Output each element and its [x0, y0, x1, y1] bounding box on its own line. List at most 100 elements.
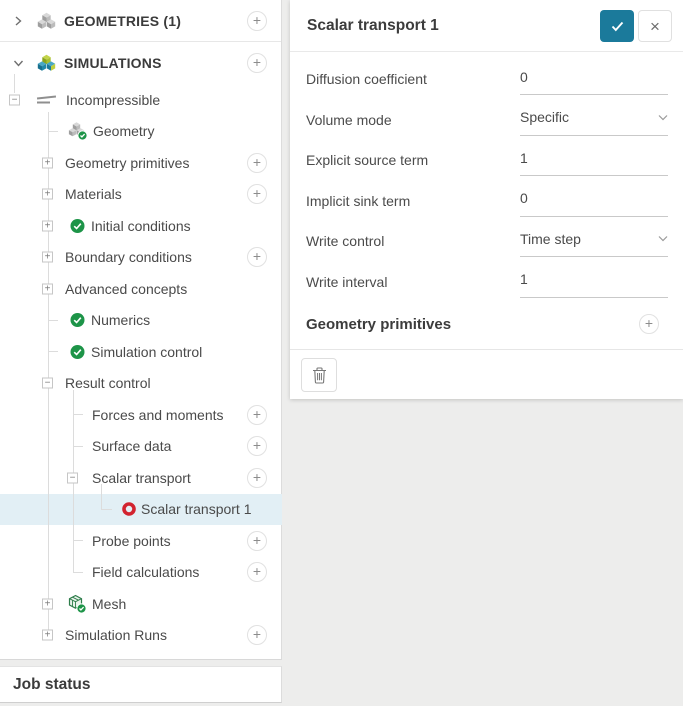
plus-icon: +: [253, 563, 261, 579]
field-explicit-source-term: Explicit source term: [306, 140, 668, 181]
expand-toggle[interactable]: +: [42, 630, 53, 641]
section-title: Geometry primitives: [306, 316, 451, 333]
tree-item-label: Mesh: [92, 596, 126, 612]
tree-item-initial-conditions[interactable]: + Initial conditions: [0, 210, 281, 242]
tree-item-label: Materials: [65, 186, 122, 202]
chevron-right-icon[interactable]: [13, 15, 23, 26]
expand-toggle[interactable]: +: [42, 220, 53, 231]
add-scalar-transport-button[interactable]: +: [247, 468, 267, 488]
write-interval-input[interactable]: [520, 271, 668, 287]
tree-item-label: Result control: [65, 375, 151, 391]
field-label: Write control: [306, 233, 520, 249]
tree-item-geometry-primitives[interactable]: + Geometry primitives +: [0, 147, 281, 179]
tree-item-scalar-transport[interactable]: − Scalar transport +: [0, 462, 281, 494]
tree-item-boundary-conditions[interactable]: + Boundary conditions +: [0, 242, 281, 274]
simulations-label: SIMULATIONS: [64, 55, 162, 71]
tree-item-result-control[interactable]: − Result control: [0, 368, 281, 400]
add-surface-data-button[interactable]: +: [247, 436, 267, 456]
job-status-panel[interactable]: Job status: [0, 666, 282, 703]
explicit-source-term-input[interactable]: [520, 150, 668, 166]
tree-item-geometries[interactable]: GEOMETRIES (1) +: [0, 0, 281, 42]
tree-item-mesh[interactable]: + Mesh: [0, 588, 281, 620]
add-probe-point-button[interactable]: +: [247, 531, 267, 551]
field-write-interval: Write interval: [306, 262, 668, 303]
check-circle-icon: [70, 313, 85, 328]
select-value: Specific: [520, 109, 569, 125]
tree-item-field-calculations[interactable]: Field calculations +: [0, 557, 281, 589]
tree-item-advanced-concepts[interactable]: + Advanced concepts: [0, 273, 281, 305]
expand-toggle[interactable]: +: [42, 252, 53, 263]
tree-item-incompressible[interactable]: − Incompressible: [0, 84, 281, 116]
job-status-label: Job status: [13, 676, 91, 694]
chevron-down-icon: [658, 114, 668, 121]
panel-footer: [290, 349, 683, 399]
close-icon: ×: [650, 17, 660, 36]
result-ring-icon: [122, 502, 136, 516]
tree-item-label: Scalar transport 1: [141, 501, 252, 517]
chevron-down-icon[interactable]: [13, 58, 24, 68]
expand-toggle[interactable]: −: [67, 472, 78, 483]
field-write-control: Write control Time step: [306, 221, 668, 262]
add-simulation-button[interactable]: +: [247, 53, 267, 73]
plus-icon: +: [253, 437, 261, 453]
tree-item-label: Simulation control: [91, 344, 202, 360]
add-forces-moments-button[interactable]: +: [247, 405, 267, 425]
tree-item-label: Scalar transport: [92, 470, 191, 486]
tree-item-label: Incompressible: [66, 92, 160, 108]
add-material-button[interactable]: +: [247, 184, 267, 204]
add-simulation-run-button[interactable]: +: [247, 625, 267, 645]
check-circle-icon: [70, 218, 85, 233]
add-boundary-condition-button[interactable]: +: [247, 247, 267, 267]
add-geometry-button[interactable]: +: [247, 11, 267, 31]
scalar-transport-settings-panel: Scalar transport 1 × Diffusion coefficie…: [290, 0, 683, 399]
expand-toggle[interactable]: +: [42, 598, 53, 609]
tree-item-label: Surface data: [92, 438, 171, 454]
close-button[interactable]: ×: [638, 10, 672, 42]
tree-item-label: Geometry primitives: [65, 155, 189, 171]
add-field-calculation-button[interactable]: +: [247, 562, 267, 582]
tree-item-surface-data[interactable]: Surface data +: [0, 431, 281, 463]
add-geometry-primitive-button[interactable]: +: [639, 314, 659, 334]
plus-icon: +: [253, 185, 261, 201]
implicit-sink-term-input[interactable]: [520, 190, 668, 206]
panel-title: Scalar transport 1: [307, 17, 439, 35]
expand-toggle[interactable]: +: [42, 157, 53, 168]
geometries-cubes-icon: [37, 12, 56, 30]
tree-item-simulation-runs[interactable]: + Simulation Runs +: [0, 620, 281, 652]
volume-mode-select[interactable]: Specific: [520, 100, 668, 136]
expand-toggle[interactable]: −: [42, 378, 53, 389]
field-implicit-sink-term: Implicit sink term: [306, 181, 668, 222]
expand-toggle[interactable]: +: [42, 189, 53, 200]
tree-item-label: Geometry: [93, 123, 154, 139]
trash-icon: [312, 367, 327, 384]
tree-item-numerics[interactable]: Numerics: [0, 305, 281, 337]
field-diffusion-coefficient: Diffusion coefficient: [306, 59, 668, 100]
plus-icon: +: [253, 54, 261, 70]
tree-item-scalar-transport-1[interactable]: Scalar transport 1: [0, 494, 281, 526]
tree-item-simulation-control[interactable]: Simulation control: [0, 336, 281, 368]
diffusion-coefficient-input[interactable]: [520, 69, 668, 85]
tree-item-geometry[interactable]: Geometry: [0, 116, 281, 148]
plus-icon: +: [253, 154, 261, 170]
tree-item-label: Advanced concepts: [65, 281, 187, 297]
confirm-button[interactable]: [600, 10, 634, 42]
field-label: Implicit sink term: [306, 193, 520, 209]
expand-toggle[interactable]: +: [42, 283, 53, 294]
simulation-tree-panel: GEOMETRIES (1) + SIMULATIONS + −: [0, 0, 282, 660]
geometry-icon: [68, 122, 88, 141]
tree-item-forces-and-moments[interactable]: Forces and moments +: [0, 399, 281, 431]
tree-item-simulations[interactable]: SIMULATIONS +: [0, 42, 281, 84]
plus-icon: +: [253, 532, 261, 548]
plus-icon: +: [253, 248, 261, 264]
field-label: Volume mode: [306, 112, 520, 128]
add-geometry-primitive-button[interactable]: +: [247, 153, 267, 173]
tree-item-label: Probe points: [92, 533, 171, 549]
tree-item-probe-points[interactable]: Probe points +: [0, 525, 281, 557]
write-control-select[interactable]: Time step: [520, 221, 668, 257]
field-label: Explicit source term: [306, 152, 520, 168]
tree-item-materials[interactable]: + Materials +: [0, 179, 281, 211]
chevron-down-icon: [658, 235, 668, 242]
expand-toggle[interactable]: −: [9, 94, 20, 105]
field-label: Write interval: [306, 274, 520, 290]
delete-button[interactable]: [301, 358, 337, 392]
